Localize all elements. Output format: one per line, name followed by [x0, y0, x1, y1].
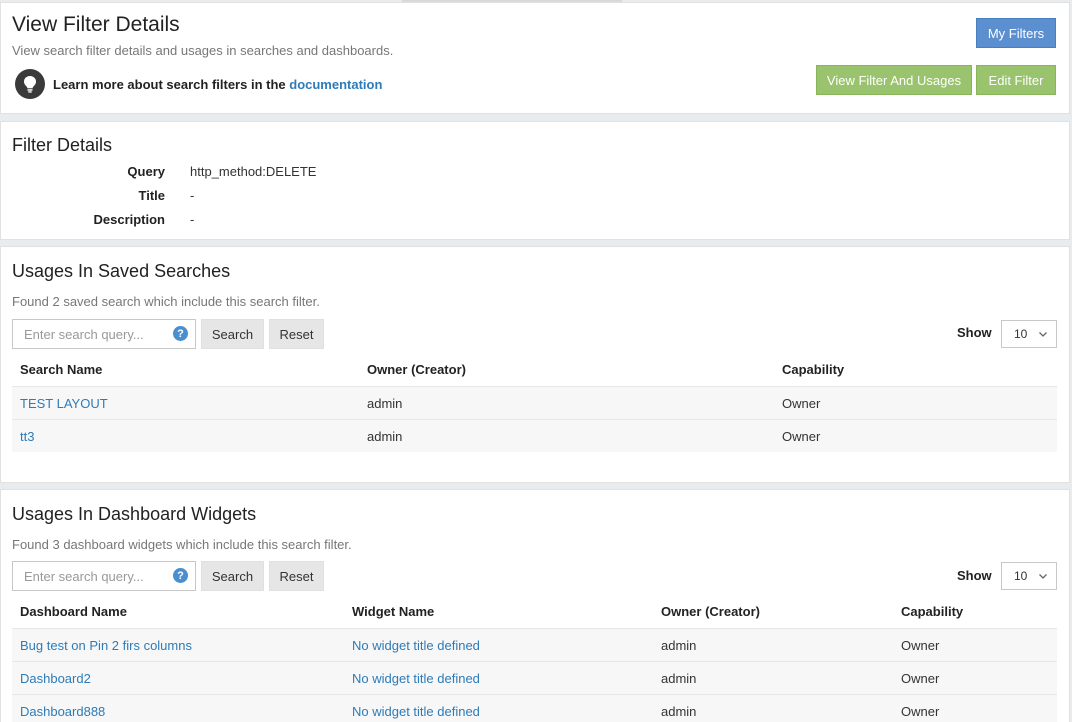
lightbulb-icon: [15, 69, 45, 99]
capability-cell: Owner: [901, 638, 940, 653]
detail-value: -: [190, 188, 195, 203]
page-size-value: 10: [1014, 327, 1028, 341]
table-row: Dashboard2 No widget title defined admin…: [12, 661, 1057, 694]
search-name-link[interactable]: TEST LAYOUT: [20, 396, 108, 411]
my-filters-button[interactable]: My Filters: [976, 18, 1056, 48]
capability-cell: Owner: [901, 704, 940, 719]
edit-filter-button[interactable]: Edit Filter: [976, 65, 1056, 95]
page-size-value: 10: [1014, 569, 1028, 583]
table-row: tt3 admin Owner: [12, 419, 1057, 452]
learn-more-text: Learn more about search filters in the: [53, 76, 286, 92]
dashboard-widgets-title: Usages In Dashboard Widgets: [12, 504, 257, 524]
owner-cell: admin: [367, 396, 403, 411]
saved-searches-title: Usages In Saved Searches: [12, 261, 231, 281]
table-row: Bug test on Pin 2 firs columns No widget…: [12, 628, 1057, 661]
column-header-owner[interactable]: Owner (Creator): [367, 362, 466, 377]
column-header-widget-name[interactable]: Widget Name: [352, 604, 434, 619]
widget-search-button[interactable]: Search: [201, 561, 264, 591]
column-header-dashboard-name[interactable]: Dashboard Name: [20, 604, 127, 619]
widget-name-link[interactable]: No widget title defined: [352, 638, 480, 653]
dashboard-name-link[interactable]: Dashboard888: [20, 704, 105, 719]
saved-search-button[interactable]: Search: [201, 319, 264, 349]
detail-value: -: [190, 212, 195, 227]
help-icon[interactable]: ?: [173, 568, 188, 583]
saved-searches-panel: Usages In Saved Searches Found 2 saved s…: [0, 246, 1070, 483]
page-subtitle: View search filter details and usages in…: [12, 43, 394, 58]
widget-name-link[interactable]: No widget title defined: [352, 704, 480, 719]
owner-cell: admin: [661, 704, 697, 719]
column-header-search-name[interactable]: Search Name: [20, 362, 102, 377]
detail-label: Description: [93, 212, 165, 227]
detail-label: Title: [138, 188, 166, 203]
widget-reset-button[interactable]: Reset: [269, 561, 324, 591]
column-header-capability[interactable]: Capability: [782, 362, 844, 377]
filter-details-panel: Filter Details Query http_method:DELETE …: [0, 121, 1070, 240]
detail-row-title: Title -: [1, 188, 601, 208]
view-filter-and-usages-button[interactable]: View Filter And Usages: [816, 65, 972, 95]
owner-cell: admin: [661, 638, 697, 653]
owner-cell: admin: [367, 429, 403, 444]
dashboard-name-link[interactable]: Bug test on Pin 2 firs columns: [20, 638, 192, 653]
dashboard-widgets-panel: Usages In Dashboard Widgets Found 3 dash…: [0, 489, 1070, 722]
widget-name-link[interactable]: No widget title defined: [352, 671, 480, 686]
saved-reset-button[interactable]: Reset: [269, 319, 324, 349]
column-header-owner[interactable]: Owner (Creator): [661, 604, 760, 619]
table-row: Dashboard888 No widget title defined adm…: [12, 694, 1057, 722]
dashboard-name-link[interactable]: Dashboard2: [20, 671, 91, 686]
widget-show-label: Show: [957, 568, 992, 583]
capability-cell: Owner: [782, 396, 821, 411]
capability-cell: Owner: [782, 429, 821, 444]
search-name-link[interactable]: tt3: [20, 429, 34, 444]
widget-page-size-select[interactable]: 10: [1001, 562, 1057, 590]
page-title: View Filter Details: [12, 13, 180, 36]
owner-cell: admin: [661, 671, 697, 686]
filter-details-title: Filter Details: [12, 135, 113, 155]
chevron-down-icon: [1039, 332, 1047, 337]
saved-searches-subtitle: Found 2 saved search which include this …: [12, 294, 320, 309]
detail-row-query: Query http_method:DELETE: [1, 164, 601, 184]
learn-more-row: Learn more about search filters in the d…: [15, 69, 382, 99]
column-header-capability[interactable]: Capability: [901, 604, 963, 619]
saved-page-size-select[interactable]: 10: [1001, 320, 1057, 348]
detail-value: http_method:DELETE: [190, 164, 317, 179]
dashboard-widgets-subtitle: Found 3 dashboard widgets which include …: [12, 537, 352, 552]
saved-show-label: Show: [957, 325, 992, 340]
detail-label: Query: [127, 164, 165, 179]
documentation-link[interactable]: documentation: [289, 77, 382, 92]
help-icon[interactable]: ?: [173, 326, 188, 341]
detail-row-description: Description -: [1, 212, 601, 232]
table-row: TEST LAYOUT admin Owner: [12, 386, 1057, 419]
chevron-down-icon: [1039, 574, 1047, 579]
header-panel: View Filter Details View search filter d…: [0, 2, 1070, 114]
saved-search-input[interactable]: Enter search query...: [12, 319, 196, 349]
capability-cell: Owner: [901, 671, 940, 686]
widget-search-input[interactable]: Enter search query...: [12, 561, 196, 591]
